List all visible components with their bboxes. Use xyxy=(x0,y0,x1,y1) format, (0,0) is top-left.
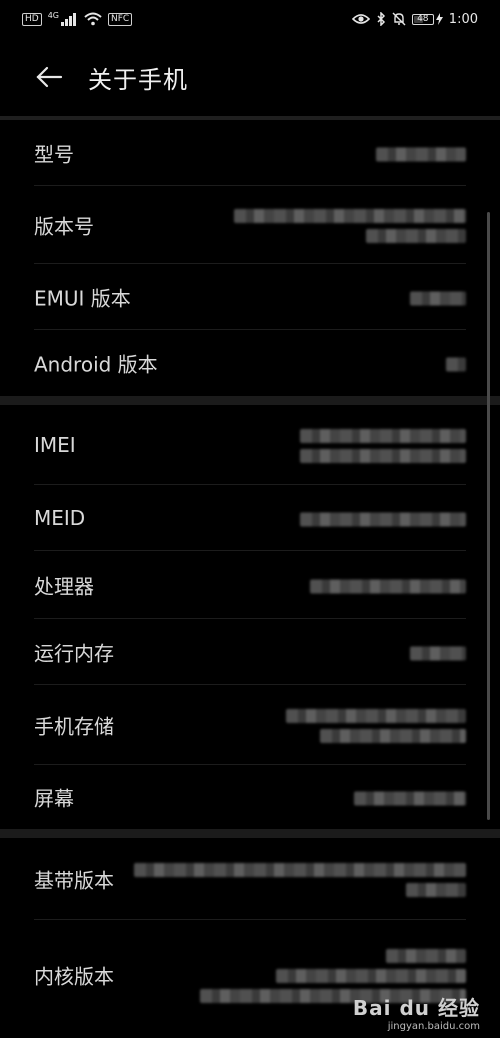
charging-bolt-icon xyxy=(435,13,443,25)
list-item-build-number[interactable]: 版本号 xyxy=(0,186,500,264)
watermark-logo-text: Bai du 经验 xyxy=(352,996,480,1020)
arrow-left-icon xyxy=(36,66,63,88)
network-type: 4G xyxy=(47,11,59,20)
eye-comfort-icon xyxy=(351,14,370,24)
row-label: IMEI xyxy=(34,433,76,457)
clock: 1:00 xyxy=(448,11,478,27)
list-item-android-version[interactable]: Android 版本 xyxy=(0,330,500,396)
redacted-value xyxy=(134,859,466,899)
page-title: 关于手机 xyxy=(88,65,188,94)
status-bar: HD 4G NFC 48 1:00 xyxy=(0,0,500,38)
list-item-baseband-version[interactable]: 基带版本 xyxy=(0,838,500,920)
row-label: EMUI 版本 xyxy=(34,286,131,311)
list-item-processor[interactable]: 处理器 xyxy=(0,551,500,619)
status-left: HD 4G NFC xyxy=(22,12,133,26)
row-label: 屏幕 xyxy=(34,786,74,811)
signal-bars-icon xyxy=(61,13,76,26)
redacted-value xyxy=(300,509,466,528)
list-item-model[interactable]: 型号 xyxy=(0,120,500,186)
list-item-screen[interactable]: 屏幕 xyxy=(0,765,500,829)
redacted-value xyxy=(376,144,466,163)
scrollbar[interactable] xyxy=(487,212,490,820)
bell-off-icon xyxy=(392,12,406,26)
row-label: 版本号 xyxy=(34,214,94,239)
redacted-value xyxy=(300,425,466,465)
watermark-url: jingyan.baidu.com xyxy=(387,1021,480,1032)
redacted-value xyxy=(234,205,466,245)
bluetooth-icon xyxy=(377,12,385,26)
status-right: 48 1:00 xyxy=(351,11,478,27)
app-header: 关于手机 xyxy=(0,38,500,116)
redacted-value xyxy=(286,705,466,745)
row-label: 内核版本 xyxy=(34,964,114,989)
redacted-value xyxy=(410,643,466,662)
redacted-value xyxy=(354,788,466,807)
hd-badge: HD xyxy=(22,12,42,26)
redacted-value xyxy=(410,288,466,307)
watermark: Bai du 经验 jingyan.baidu.com xyxy=(353,992,480,1032)
battery-level: 48 xyxy=(417,13,429,24)
list-item-meid[interactable]: MEID xyxy=(0,485,500,551)
section-divider xyxy=(0,396,500,405)
redacted-value xyxy=(310,576,466,595)
back-button[interactable] xyxy=(34,62,64,92)
list-item-emui-version[interactable]: EMUI 版本 xyxy=(0,264,500,330)
network-indicator: 4G xyxy=(48,12,78,26)
row-label: 处理器 xyxy=(34,574,94,599)
row-label: 运行内存 xyxy=(34,641,114,666)
row-label: Android 版本 xyxy=(34,352,158,377)
section-divider xyxy=(0,829,500,838)
row-label: MEID xyxy=(34,506,86,530)
list-item-storage[interactable]: 手机存储 xyxy=(0,685,500,765)
list-item-imei[interactable]: IMEI xyxy=(0,405,500,485)
battery-indicator: 48 xyxy=(411,13,443,25)
row-label: 基带版本 xyxy=(34,868,114,893)
row-label: 型号 xyxy=(34,142,74,167)
nfc-badge: NFC xyxy=(108,12,133,26)
list-item-ram[interactable]: 运行内存 xyxy=(0,619,500,685)
redacted-value xyxy=(446,354,466,373)
row-label: 手机存储 xyxy=(34,714,114,739)
battery-icon: 48 xyxy=(411,13,434,25)
wifi-icon xyxy=(84,12,102,26)
